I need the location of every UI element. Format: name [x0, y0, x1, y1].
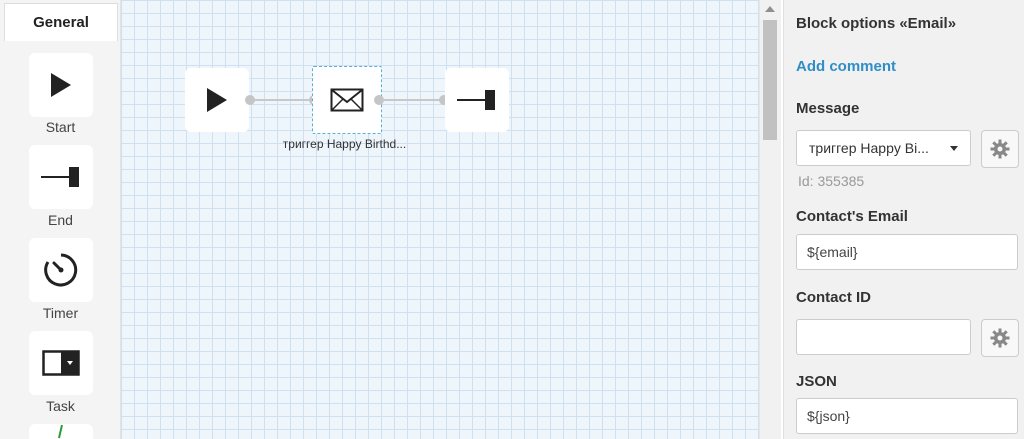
end-terminal-icon: [41, 167, 79, 187]
palette-tile-task[interactable]: [29, 331, 93, 395]
node-start-out-port[interactable]: [245, 95, 255, 105]
node-email[interactable]: [312, 66, 382, 134]
json-label: JSON: [796, 373, 837, 390]
node-email-out-port[interactable]: [374, 95, 384, 105]
node-start[interactable]: [185, 68, 249, 132]
node-email-caption: триггер Happy Birthd...: [282, 137, 407, 151]
contact-id-label: Contact ID: [796, 289, 871, 306]
chevron-down-icon: [950, 145, 958, 151]
canvas-scrollbar[interactable]: [759, 0, 781, 439]
palette-label-start: Start: [45, 119, 76, 135]
palette-label-task: Task: [46, 398, 75, 414]
message-label: Message: [796, 100, 860, 117]
play-icon: [207, 88, 227, 112]
json-input[interactable]: ${json}: [796, 398, 1018, 434]
contact-id-input[interactable]: [796, 319, 971, 355]
scroll-up-arrow-icon[interactable]: [765, 6, 775, 12]
palette-tile-end[interactable]: [29, 145, 93, 209]
palette-label-end: End: [48, 212, 73, 228]
palette-tile-partial[interactable]: [29, 424, 93, 439]
workflow-canvas[interactable]: триггер Happy Birthd...: [121, 0, 759, 439]
connection-email-end: [384, 99, 442, 101]
play-icon: [51, 73, 71, 97]
block-palette: General Start End Timer Task: [0, 0, 121, 439]
palette-label-timer: Timer: [42, 305, 79, 321]
end-terminal-icon: [457, 90, 495, 110]
palette-tab-general[interactable]: General: [4, 3, 118, 41]
message-select[interactable]: триггер Happy Bi...: [796, 130, 971, 166]
message-select-value: триггер Happy Bi...: [809, 140, 929, 156]
connection-start-email: [255, 99, 309, 101]
palette-tile-timer[interactable]: [29, 238, 93, 302]
task-icon: [42, 350, 80, 376]
contact-id-settings-button[interactable]: [981, 319, 1019, 357]
palette-tile-start[interactable]: [29, 53, 93, 117]
block-options-panel: Block options «Email» Add comment Messag…: [783, 0, 1024, 439]
timer-icon: [44, 253, 78, 287]
gear-icon: [990, 139, 1010, 159]
add-comment-link[interactable]: Add comment: [796, 58, 896, 75]
partial-icon: [58, 424, 63, 438]
contact-email-input[interactable]: ${email}: [796, 234, 1018, 270]
panel-title: Block options «Email»: [796, 15, 957, 32]
envelope-icon: [330, 88, 364, 112]
scrollbar-thumb[interactable]: [763, 20, 777, 140]
contact-email-label: Contact's Email: [796, 208, 908, 225]
message-settings-button[interactable]: [981, 130, 1019, 168]
message-id: Id: 355385: [798, 173, 865, 189]
gear-icon: [990, 328, 1010, 348]
node-end[interactable]: [445, 68, 509, 132]
